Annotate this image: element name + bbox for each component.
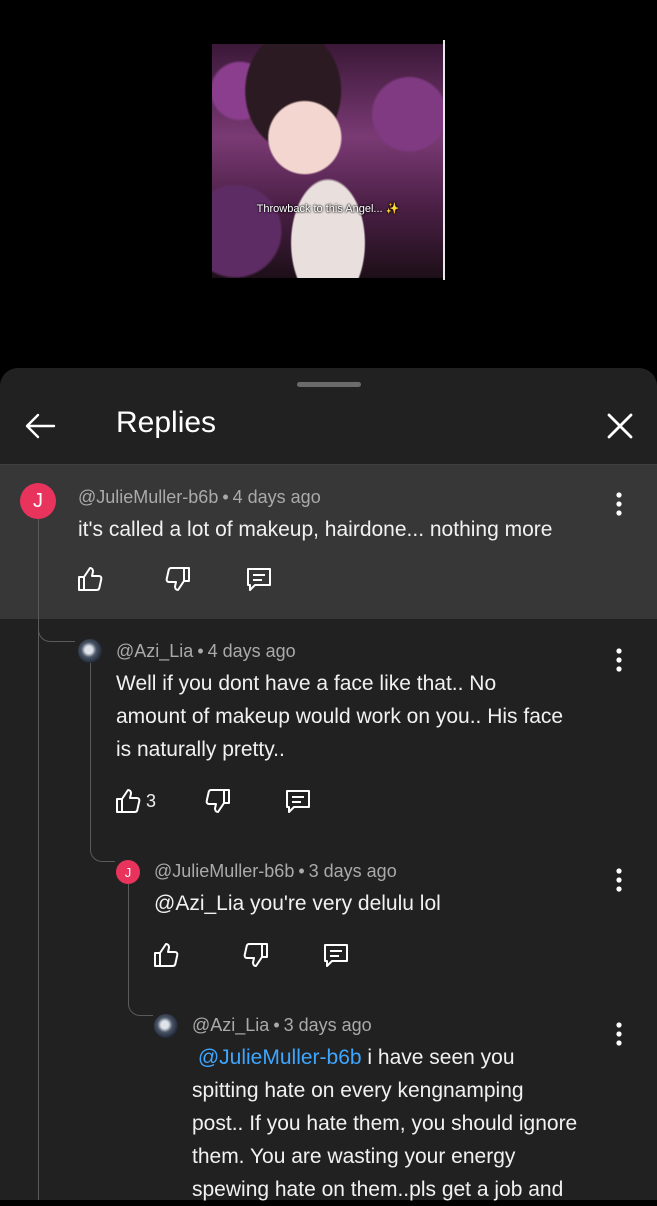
like-icon[interactable] bbox=[152, 941, 180, 969]
comment-line: post.. If you hate them, you should igno… bbox=[192, 1112, 578, 1135]
author-name[interactable]: @Azi_Lia bbox=[192, 1015, 269, 1035]
replies-sheet: Replies J @JulieMuller-b6b • 4 days ago it… bbox=[0, 368, 657, 1201]
author-name[interactable]: @Azi_Lia bbox=[116, 641, 193, 661]
mention-link[interactable]: @JulieMuller-b6b bbox=[198, 1046, 362, 1069]
video-caption: Throwback to this Angel... ✨ bbox=[256, 203, 400, 215]
comment-text: it's called a lot of makeup, hairdone...… bbox=[78, 518, 553, 541]
video-player[interactable]: Throwback to this Angel... ✨ bbox=[0, 0, 657, 368]
dislike-icon[interactable] bbox=[164, 565, 192, 593]
comment-text: @JulieMuller-b6b i have seen you spittin… bbox=[192, 1041, 632, 1206]
dislike-icon[interactable] bbox=[204, 787, 232, 815]
reply-icon[interactable] bbox=[322, 941, 350, 969]
comment-meta: @JulieMuller-b6b • 4 days ago bbox=[78, 487, 321, 508]
thread-elbow bbox=[38, 619, 75, 642]
more-vert-icon[interactable] bbox=[614, 491, 624, 517]
page-title: Replies bbox=[116, 406, 217, 439]
back-arrow-icon[interactable] bbox=[20, 406, 60, 446]
like-count: 3 bbox=[146, 791, 157, 811]
video-thumbnail[interactable]: Throwback to this Angel... ✨ bbox=[212, 44, 444, 278]
comment-time: 3 days ago bbox=[283, 1015, 372, 1035]
comment-line: them. You are wasting your energy bbox=[192, 1145, 516, 1168]
author-name[interactable]: @JulieMuller-b6b bbox=[154, 861, 294, 881]
video-divider bbox=[443, 40, 445, 280]
comment-time: 4 days ago bbox=[232, 487, 321, 507]
reply-icon[interactable] bbox=[245, 565, 273, 593]
meta-separator: • bbox=[298, 861, 305, 881]
reply-icon[interactable] bbox=[284, 787, 312, 815]
comment-meta: @Azi_Lia • 3 days ago bbox=[192, 1015, 372, 1036]
comment-line: spewing hate on them..pls get a job and bbox=[192, 1178, 564, 1201]
thread-line bbox=[38, 619, 39, 1200]
comment-meta: @Azi_Lia • 4 days ago bbox=[116, 641, 296, 662]
comment-time: 4 days ago bbox=[207, 641, 296, 661]
more-vert-icon[interactable] bbox=[614, 647, 624, 673]
avatar[interactable] bbox=[154, 1014, 178, 1038]
like-icon[interactable] bbox=[76, 565, 104, 593]
close-icon[interactable] bbox=[602, 408, 638, 444]
dislike-icon[interactable] bbox=[242, 941, 270, 969]
meta-separator: • bbox=[273, 1015, 280, 1035]
more-vert-icon[interactable] bbox=[614, 1021, 624, 1047]
comment-line: spitting hate on every kengnamping bbox=[192, 1079, 524, 1102]
comment-line: Well if you dont have a face like that..… bbox=[116, 672, 497, 695]
comment-text: @Azi_Lia you're very delulu lol bbox=[154, 892, 441, 915]
thread-line bbox=[128, 884, 129, 1006]
sheet-header: Replies bbox=[0, 368, 657, 464]
comment-meta: @JulieMuller-b6b • 3 days ago bbox=[154, 861, 397, 882]
comment-time: 3 days ago bbox=[308, 861, 397, 881]
comment-text: Well if you dont have a face like that..… bbox=[116, 667, 563, 766]
comment-line: amount of makeup would work on you.. His… bbox=[116, 705, 564, 728]
avatar[interactable] bbox=[78, 639, 102, 663]
avatar[interactable]: J bbox=[116, 860, 140, 884]
meta-separator: • bbox=[197, 641, 204, 661]
parent-comment: J @JulieMuller-b6b • 4 days ago it's calle… bbox=[0, 465, 657, 619]
more-vert-icon[interactable] bbox=[614, 867, 624, 893]
thread-line bbox=[38, 503, 39, 619]
thread-elbow bbox=[128, 993, 153, 1016]
author-name[interactable]: @JulieMuller-b6b bbox=[78, 487, 218, 507]
replies-list: @Azi_Lia • 4 days ago Well if you dont hav… bbox=[0, 619, 657, 1201]
thread-line bbox=[90, 661, 91, 851]
like-icon[interactable] bbox=[114, 787, 142, 815]
comment-line: is naturally pretty.. bbox=[116, 738, 285, 761]
comment-line: @JulieMuller-b6b i have seen you bbox=[192, 1041, 632, 1074]
thread-elbow bbox=[90, 839, 115, 862]
avatar[interactable]: J bbox=[20, 483, 56, 519]
comment-fragment: i have seen you bbox=[361, 1046, 515, 1069]
meta-separator: • bbox=[222, 487, 229, 507]
